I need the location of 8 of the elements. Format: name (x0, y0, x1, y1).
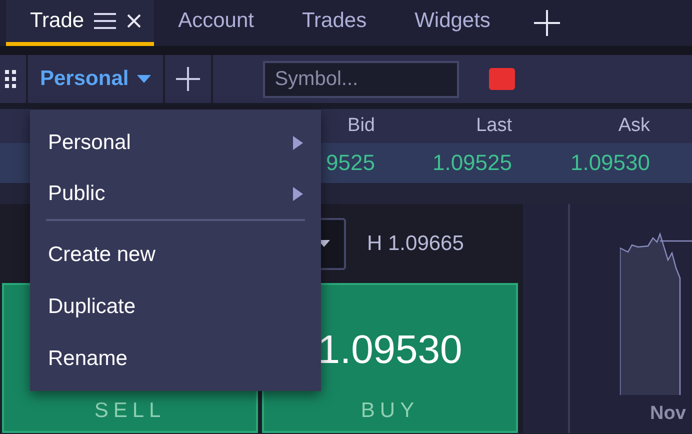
column-header: Last (475, 115, 512, 137)
table-cell: 1.09525 (432, 150, 512, 176)
column-header: Ask (617, 115, 650, 137)
high-price: H 1.09665 (367, 232, 464, 256)
table-cell: 1.09530 (570, 150, 650, 176)
table-cell: 9525 (326, 150, 375, 176)
axis-label: Nov (650, 403, 687, 425)
column-header: Bid (346, 115, 375, 137)
